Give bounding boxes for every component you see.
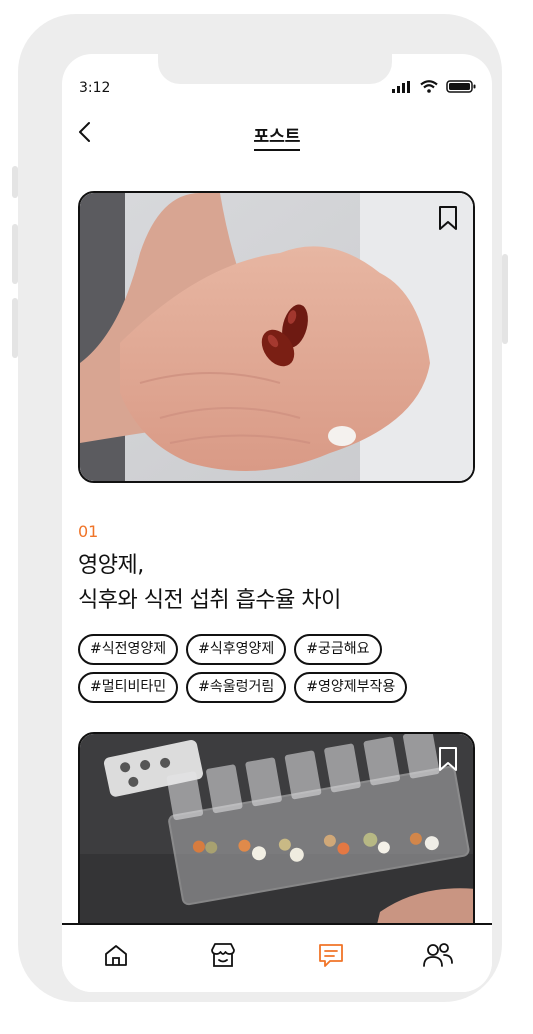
bookmark-icon[interactable]: [437, 205, 459, 231]
tag-chip[interactable]: #속울렁거림: [186, 672, 287, 703]
home-icon: [104, 944, 127, 966]
chat-icon: [318, 943, 343, 967]
volume-down-button: [12, 298, 18, 358]
bookmark-icon[interactable]: [437, 746, 459, 772]
wifi-icon: [420, 80, 438, 93]
volume-up-button: [12, 224, 18, 284]
people-icon: [423, 942, 454, 967]
tag-chip[interactable]: #식전영양제: [78, 634, 179, 665]
bottom-nav: [62, 923, 492, 992]
page-title: 포스트: [62, 122, 492, 151]
store-icon: [211, 942, 236, 967]
status-icons: [392, 80, 476, 93]
tag-chip[interactable]: #궁금해요: [294, 634, 382, 665]
tag-list: #식전영양제 #식후영양제 #궁금해요 #멀티비타민 #속울렁거림 #영양제부작…: [78, 634, 470, 703]
nav-home[interactable]: [96, 935, 136, 975]
phone-screen: 3:12 포스트 01 영양제, 식후와 식전 섭취 흡수율 차이 #식전영양제…: [62, 54, 492, 992]
notch: [158, 54, 392, 84]
tag-chip[interactable]: #식후영양제: [186, 634, 287, 665]
post-title-line2: 식후와 식전 섭취 흡수율 차이: [78, 588, 341, 613]
signal-icon: [392, 80, 410, 93]
side-button: [12, 166, 18, 198]
nav-store[interactable]: [203, 935, 243, 975]
post-number: 01: [78, 522, 99, 541]
power-button: [502, 254, 508, 344]
tag-chip[interactable]: #영양제부작용: [294, 672, 408, 703]
nav-post[interactable]: [311, 935, 351, 975]
hand-capsules-photo: [80, 193, 473, 481]
page-title-text: 포스트: [253, 127, 301, 151]
phone-frame: 3:12 포스트 01 영양제, 식후와 식전 섭취 흡수율 차이 #식전영양제…: [12, 14, 508, 1002]
tag-chip[interactable]: #멀티비타민: [78, 672, 179, 703]
status-time: 3:12: [79, 80, 111, 96]
post-title[interactable]: 영양제, 식후와 식전 섭취 흡수율 차이: [78, 548, 341, 618]
post-image-2[interactable]: [78, 732, 475, 952]
post-title-line1: 영양제,: [78, 553, 144, 578]
pill-organizer-photo: [80, 734, 473, 950]
battery-icon: [446, 80, 476, 93]
post-image[interactable]: [78, 191, 475, 483]
nav-community[interactable]: [418, 935, 458, 975]
